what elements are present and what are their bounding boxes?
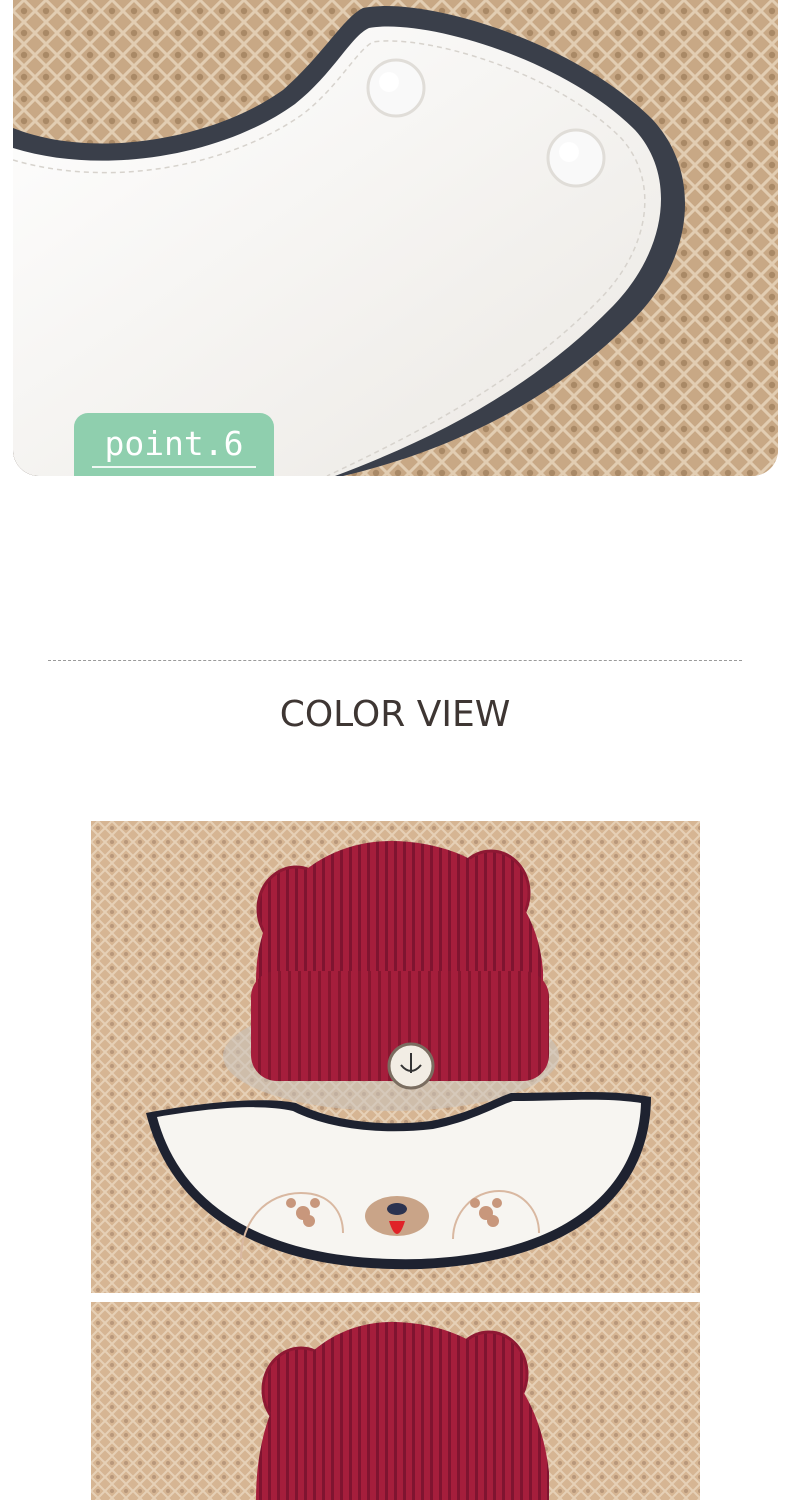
section-divider bbox=[48, 660, 742, 661]
color-view-title: COLOR VIEW bbox=[279, 694, 511, 735]
bib-detail-illustration bbox=[13, 0, 778, 476]
hat-illustration bbox=[91, 1302, 700, 1500]
hat-and-bib-illustration bbox=[91, 821, 700, 1293]
point-underline bbox=[92, 466, 256, 468]
bib-detail-photo: point.6 bbox=[13, 0, 778, 476]
color-view-photo bbox=[91, 821, 700, 1293]
point-badge: point.6 bbox=[74, 413, 274, 476]
color-view-photo bbox=[91, 1302, 700, 1500]
point-label: point.6 bbox=[104, 424, 244, 463]
